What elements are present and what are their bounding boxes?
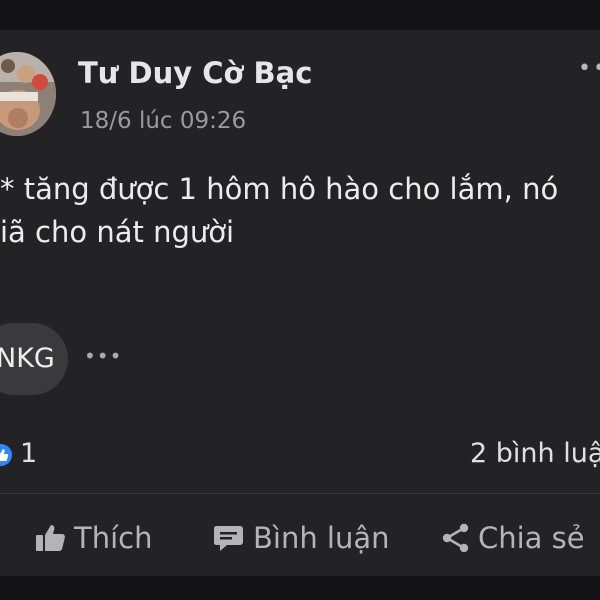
top-bar (0, 0, 600, 30)
comment-count[interactable]: 2 bình luậ (470, 438, 600, 469)
comment-button[interactable]: Bình luận (213, 516, 390, 560)
like-count[interactable]: 1 (20, 438, 37, 469)
post-text-line: * tăng được 1 hôm hô hào cho lắm, nó (0, 172, 559, 206)
thumbs-up-icon (36, 525, 65, 551)
author-name[interactable]: Tư Duy Cờ Bạc (78, 56, 312, 90)
share-button[interactable]: Chia sẻ (440, 516, 585, 560)
post-timestamp[interactable]: 18/6 lúc 09:26 (80, 108, 246, 134)
post-body: * tăng được 1 hôm hô hào cho lắm, nó iã … (0, 168, 600, 254)
share-icon (442, 523, 469, 553)
post-options-button[interactable]: •• (578, 56, 600, 81)
like-reaction-icon (0, 444, 12, 470)
reaction-summary: 1 2 bình luậ (0, 430, 600, 480)
bottom-bar (0, 576, 600, 600)
like-label: Thích (74, 521, 153, 555)
post-text-line: iã cho nát người (0, 215, 235, 249)
comment-icon (214, 526, 243, 551)
comment-label: Bình luận (253, 521, 390, 555)
divider (0, 493, 600, 494)
like-button[interactable]: Thích (34, 516, 152, 560)
share-label: Chia sẻ (478, 521, 585, 555)
more-tags-button[interactable]: ••• (84, 344, 122, 368)
